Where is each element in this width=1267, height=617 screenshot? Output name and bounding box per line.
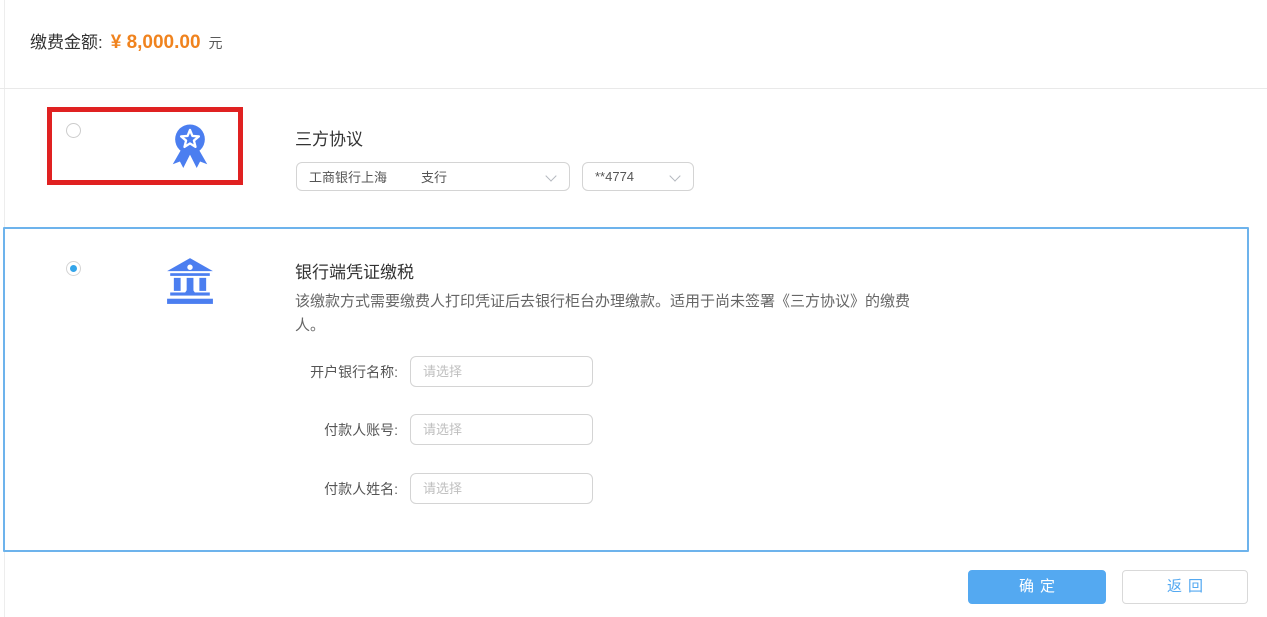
confirm-button[interactable]: 确定 bbox=[968, 570, 1106, 604]
payment-amount-row: 缴费金额: ¥ 8,000.00 元 bbox=[30, 28, 223, 54]
account-select[interactable]: **4774 bbox=[582, 162, 694, 191]
payer-name-input[interactable] bbox=[410, 473, 593, 504]
branch-suffix-text: 支行 bbox=[421, 167, 447, 186]
bank-name-text: 工商银行上海 bbox=[309, 167, 387, 186]
header-divider bbox=[0, 88, 1267, 89]
payer-account-field-label: 付款人账号: bbox=[278, 420, 398, 440]
payment-page: 缴费金额: ¥ 8,000.00 元 三方协议 工商银行上海 支行 **4774 bbox=[0, 0, 1267, 617]
payer-name-field-label: 付款人姓名: bbox=[278, 479, 398, 499]
amount-unit: 元 bbox=[209, 33, 223, 53]
chevron-down-icon bbox=[545, 170, 556, 181]
bank-branch-select[interactable]: 工商银行上海 支行 bbox=[296, 162, 570, 191]
bank-name-input[interactable] bbox=[410, 356, 593, 387]
tripartite-title: 三方协议 bbox=[295, 125, 363, 150]
bank-building-icon bbox=[165, 256, 215, 311]
bank-name-field-row: 开户银行名称: bbox=[278, 356, 593, 387]
amount-value: ¥ 8,000.00 bbox=[111, 32, 201, 54]
tripartite-radio[interactable] bbox=[66, 123, 81, 138]
account-masked-text: **4774 bbox=[595, 169, 634, 184]
bank-voucher-description: 该缴款方式需要缴费人打印凭证后去银行柜台办理缴款。适用于尚未签署《三方协议》的缴… bbox=[295, 290, 935, 338]
payer-account-input[interactable] bbox=[410, 414, 593, 445]
bank-voucher-title: 银行端凭证缴税 bbox=[295, 258, 414, 283]
back-button[interactable]: 返回 bbox=[1122, 570, 1248, 604]
amount-label: 缴费金额: bbox=[30, 28, 103, 53]
chevron-down-icon bbox=[669, 170, 680, 181]
bank-name-field-label: 开户银行名称: bbox=[278, 362, 398, 382]
payer-name-field-row: 付款人姓名: bbox=[278, 473, 593, 504]
red-highlight-annotation bbox=[47, 107, 243, 185]
payer-account-field-row: 付款人账号: bbox=[278, 414, 593, 445]
medal-badge-icon bbox=[167, 121, 213, 176]
bank-voucher-radio[interactable] bbox=[66, 261, 81, 276]
